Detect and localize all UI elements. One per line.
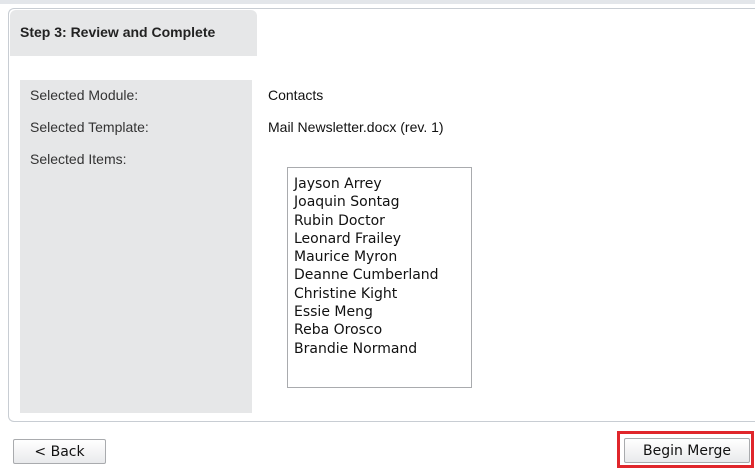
selected-template-label: Selected Template: [30,119,149,135]
list-item[interactable]: Leonard Frailey [294,230,471,248]
list-item[interactable]: Christine Kight [294,285,471,303]
selected-module-value: Contacts [268,87,324,103]
selected-items-list[interactable]: Jayson Arrey Joaquin Sontag Rubin Doctor… [287,167,472,388]
list-item[interactable]: Joaquin Sontag [294,193,471,211]
list-item[interactable]: Reba Orosco [294,321,471,339]
selected-template-value: Mail Newsletter.docx (rev. 1) [268,119,444,135]
list-item[interactable]: Maurice Myron [294,248,471,266]
list-item[interactable]: Essie Meng [294,303,471,321]
list-item[interactable]: Rubin Doctor [294,212,471,230]
selected-module-label: Selected Module: [30,87,139,103]
begin-merge-button[interactable]: Begin Merge [624,438,750,463]
list-item[interactable]: Deanne Cumberland [294,266,471,284]
step-title: Step 3: Review and Complete [20,24,216,40]
selected-items-label: Selected Items: [30,151,127,167]
top-divider [0,0,755,4]
back-button[interactable]: < Back [13,439,106,464]
list-item[interactable]: Jayson Arrey [294,175,471,193]
list-item[interactable]: Brandie Normand [294,340,471,358]
